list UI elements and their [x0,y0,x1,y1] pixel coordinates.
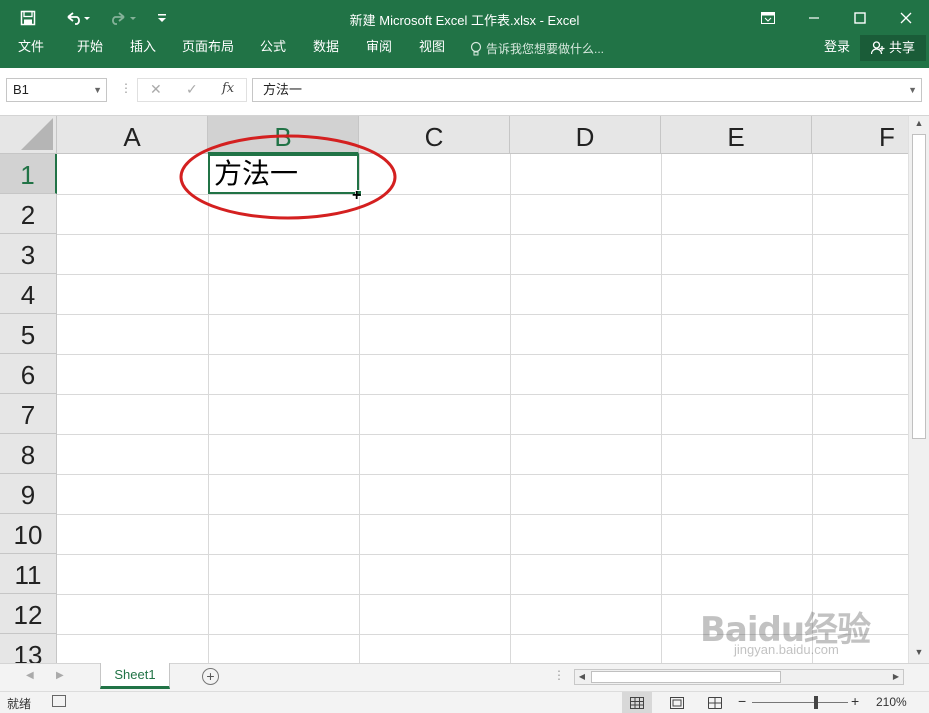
previous-sheet-icon[interactable]: ◀ [26,670,34,681]
row-header-8[interactable]: 8 [0,434,57,474]
gridline [57,274,908,275]
close-icon[interactable] [883,0,929,35]
select-all-corner[interactable] [0,116,57,154]
gridline [208,154,209,663]
gridline [57,434,908,435]
gridline [57,594,908,595]
row-header-5[interactable]: 5 [0,314,57,354]
row-header-6[interactable]: 6 [0,354,57,394]
worksheet-grid[interactable]: A B C D E F 1 2 3 4 5 6 7 8 9 10 11 12 1… [0,116,908,663]
gridline [661,154,662,663]
formula-input[interactable]: 方法一 ▼ [252,78,922,102]
column-header-f[interactable]: F [812,116,908,154]
gridline [57,314,908,315]
sign-in-link[interactable]: 登录 [824,35,850,63]
row-header-2[interactable]: 2 [0,194,57,234]
insert-function-icon[interactable]: fx [222,81,234,96]
tell-me-placeholder: 告诉我您想要做什么... [486,42,605,56]
zoom-slider-thumb[interactable] [814,696,818,709]
title-bar: 新建 Microsoft Excel 工作表.xlsx - Excel [0,0,929,35]
column-header-e[interactable]: E [661,116,812,154]
share-label: 共享 [888,40,915,55]
scroll-up-icon[interactable]: ▲ [909,118,929,134]
row-header-1[interactable]: 1 [0,154,57,194]
gridline [57,514,908,515]
share-button[interactable]: 共享 [860,35,926,61]
cancel-icon[interactable]: ✕ [150,81,162,98]
horizontal-scroll-thumb[interactable] [591,671,781,683]
baidu-watermark: Baidu经验 jingyan.baidu.com [700,602,871,657]
tab-view[interactable]: 视图 [417,35,447,63]
status-ready: 就绪 [7,697,32,711]
splitter-handle-icon[interactable]: ⋮ [553,668,565,682]
chevron-down-icon[interactable]: ▼ [93,79,102,101]
row-header-12[interactable]: 12 [0,594,57,634]
gridline [57,234,908,235]
sheet-tabs-bar: ◀ ▶ Sheet1 + ⋮ ◀ ▶ [0,663,929,691]
row-header-10[interactable]: 10 [0,514,57,554]
lightbulb-icon [470,41,482,56]
row-header-9[interactable]: 9 [0,474,57,514]
gridline [812,154,813,663]
gridline [57,354,908,355]
tab-review[interactable]: 审阅 [364,35,394,63]
tab-insert[interactable]: 插入 [128,35,158,63]
gridline [57,394,908,395]
minimize-icon[interactable] [791,0,837,35]
row-header-13[interactable]: 13 [0,634,57,663]
name-box-value: B1 [13,82,29,97]
vertical-scroll-thumb[interactable] [912,134,926,439]
row-header-7[interactable]: 7 [0,394,57,434]
gridline [57,554,908,555]
tab-data[interactable]: 数据 [311,35,341,63]
formula-buttons: ✕ ✓ fx [137,78,247,102]
row-header-4[interactable]: 4 [0,274,57,314]
annotation-ellipse [179,134,397,220]
row-header-11[interactable]: 11 [0,554,57,594]
maximize-icon[interactable] [837,0,883,35]
tab-page-layout[interactable]: 页面布局 [180,35,236,63]
status-bar: 就绪 − + 210% [0,691,929,713]
sheet-tab-sheet1[interactable]: Sheet1 [100,663,170,689]
add-sheet-icon[interactable]: + [202,668,219,685]
page-layout-view-icon[interactable] [662,692,692,713]
tab-file[interactable]: 文件 [16,35,46,63]
zoom-out-icon[interactable]: − [738,693,746,709]
name-box[interactable]: B1 ▼ [6,78,107,102]
watermark-url: jingyan.baidu.com [734,642,839,657]
ribbon-display-options-icon[interactable] [745,0,791,35]
page-break-preview-icon[interactable] [700,692,730,713]
formula-bar: B1 ▼ ⋮ ✕ ✓ fx 方法一 ▼ [0,68,929,116]
ribbon-tab-row: 文件 开始 插入 页面布局 公式 数据 审阅 视图 告诉我您想要做什么... 登… [0,35,929,68]
tab-formulas[interactable]: 公式 [258,35,288,63]
zoom-level[interactable]: 210% [876,695,907,709]
person-icon [870,41,885,55]
gridline [359,154,360,663]
zoom-slider[interactable] [752,702,848,703]
enter-icon[interactable]: ✓ [186,81,198,98]
scroll-left-icon[interactable]: ◀ [575,670,589,684]
gridline [57,474,908,475]
macro-record-icon[interactable] [52,695,66,707]
next-sheet-icon[interactable]: ▶ [56,670,64,681]
crosshair-cursor-icon: + [352,187,362,204]
scroll-right-icon[interactable]: ▶ [889,670,903,684]
formula-value: 方法一 [263,82,303,97]
tell-me-search[interactable]: 告诉我您想要做什么... [470,35,604,63]
horizontal-scrollbar[interactable]: ◀ ▶ [574,669,904,685]
expand-formula-bar-icon[interactable]: ▼ [908,79,917,101]
scroll-down-icon[interactable]: ▼ [909,647,929,663]
column-header-d[interactable]: D [510,116,661,154]
row-header-3[interactable]: 3 [0,234,57,274]
vertical-scrollbar[interactable]: ▲ ▼ [908,116,929,663]
tab-home[interactable]: 开始 [75,35,105,63]
more-options-icon[interactable]: ⋮ [120,81,132,95]
normal-view-icon[interactable] [622,692,652,713]
zoom-in-icon[interactable]: + [851,693,859,709]
gridline [510,154,511,663]
